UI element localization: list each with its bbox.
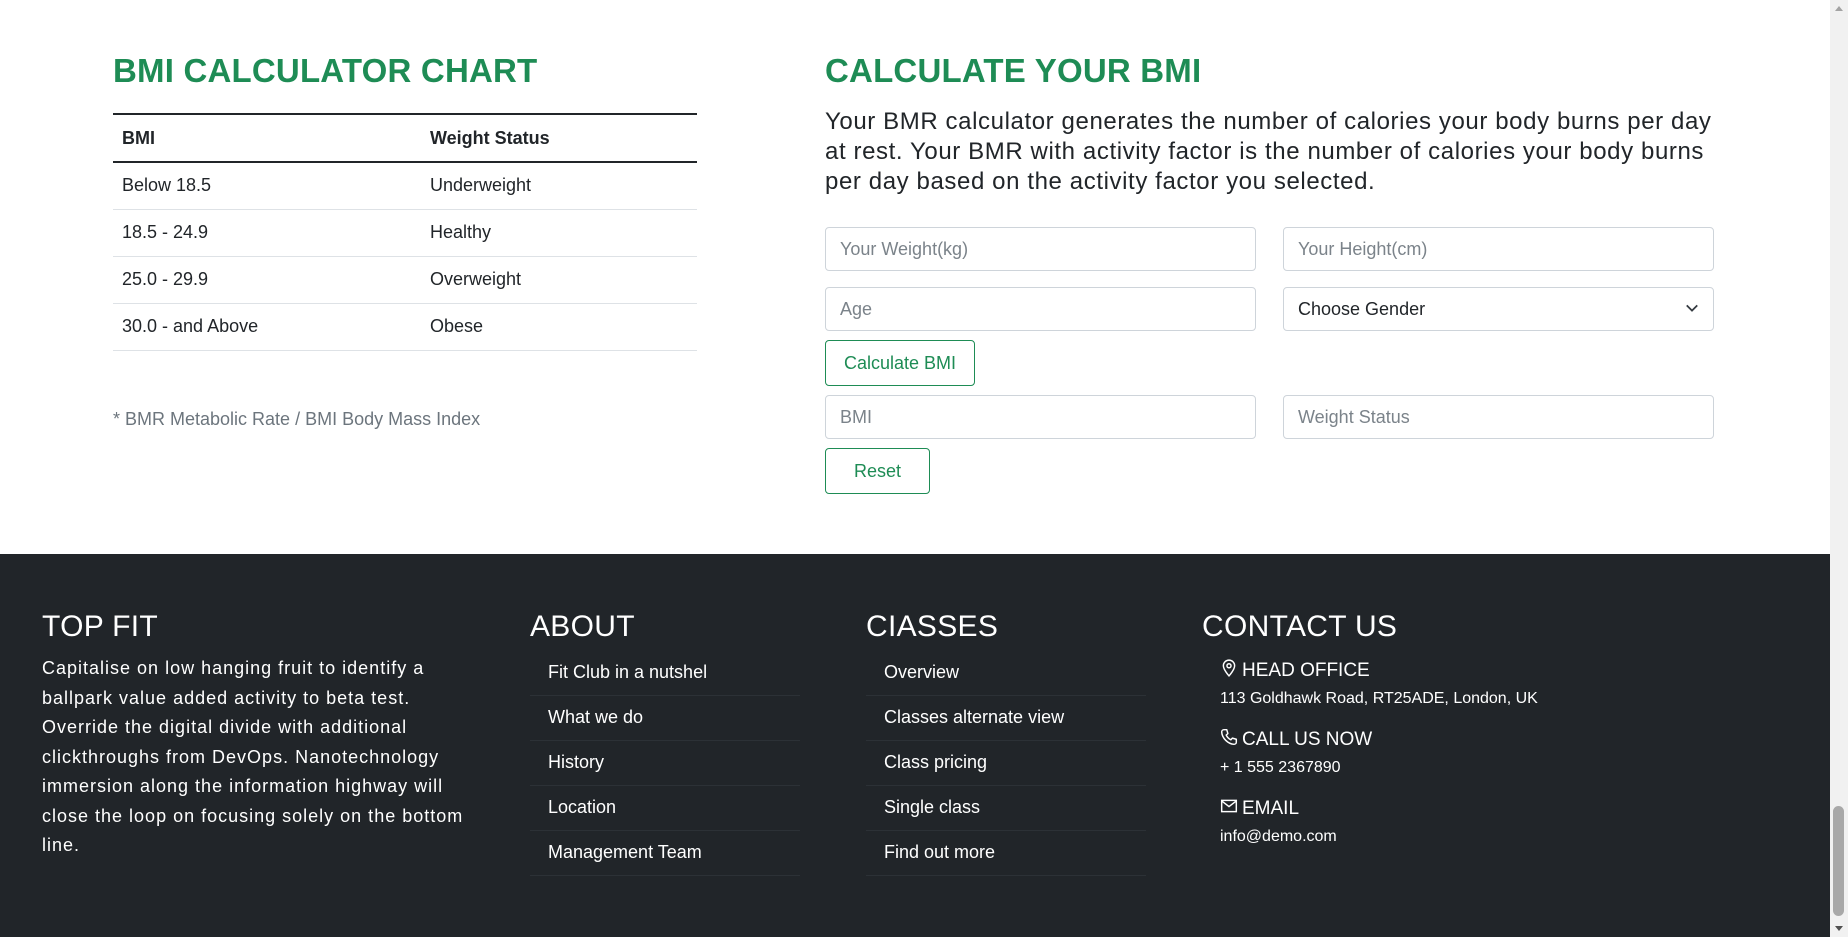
table-row: Below 18.5 Underweight [113,162,697,210]
column-header-bmi: BMI [113,113,421,163]
gender-select-value: Choose Gender [1298,298,1426,319]
calculator-title: CALCULATE YOUR BMI [825,52,1202,89]
footer-contact-title: CONTACT US [1202,610,1398,643]
contact-email-heading: EMAIL [1220,797,1762,821]
contact-office: HEAD OFFICE 113 Goldhawk Road, RT25ADE, … [1202,659,1762,708]
footer-link[interactable]: Overview [866,651,1146,696]
chart-footnote: * BMR Metabolic Rate / BMI Body Mass Ind… [113,409,481,429]
footer-link[interactable]: Single class [866,786,1146,831]
page-scrollbar[interactable] [1830,0,1848,937]
footer-classes: CIASSES Overview Classes alternate view … [866,610,1146,876]
table-row: 25.0 - 29.9 Overweight [113,256,697,304]
footer-link[interactable]: Classes alternate view [866,696,1146,741]
footer-contact: CONTACT US HEAD OFFICE 113 Goldhawk Road… [1202,610,1762,846]
status-cell: Underweight [421,162,697,210]
bmi-cell: Below 18.5 [113,162,421,210]
column-header-weight-status: Weight Status [421,113,697,163]
contact-call-title: CALL US NOW [1242,729,1373,750]
reset-button[interactable]: Reset [825,448,931,494]
table-header-row: BMI Weight Status [113,113,697,163]
status-cell: Healthy [421,209,697,257]
site-footer: TOP FIT Capitalise on low hanging fruit … [0,554,1830,937]
contact-call-heading: CALL US NOW [1220,728,1762,752]
map-pin-icon [1220,659,1238,683]
status-cell: Obese [421,303,697,351]
scroll-down-arrow-icon[interactable] [1830,921,1848,937]
footer-topfit: TOP FIT Capitalise on low hanging fruit … [42,610,482,861]
chart-title: BMI CALCULATOR CHART [113,52,538,89]
scrollbar-thumb[interactable] [1833,806,1844,916]
weight-input[interactable] [825,227,1256,271]
weight-status-field[interactable] [1283,395,1714,439]
envelope-icon [1220,797,1238,821]
footer-link[interactable]: History [530,741,800,786]
contact-office-heading: HEAD OFFICE [1220,659,1762,683]
contact-phone-number[interactable]: + 1 555 2367890 [1220,759,1762,777]
contact-email-title: EMAIL [1242,798,1300,819]
result-row [825,395,1715,439]
bmi-section: BMI CALCULATOR CHART BMI Weight Status B… [0,0,1830,554]
bmi-calculator-column: CALCULATE YOUR BMI Your BMR calculator g… [825,52,1715,494]
contact-email: EMAIL info@demo.com [1202,797,1762,846]
footer-link[interactable]: What we do [530,696,800,741]
table-row: 30.0 - and Above Obese [113,303,697,351]
footer-topfit-title: TOP FIT [42,610,159,643]
footer-link[interactable]: Location [530,786,800,831]
footer-link[interactable]: Class pricing [866,741,1146,786]
bmi-cell: 30.0 - and Above [113,303,421,351]
contact-email-address[interactable]: info@demo.com [1220,828,1762,846]
bmi-cell: 25.0 - 29.9 [113,256,421,304]
footer-link[interactable]: Find out more [866,831,1146,876]
footer-topfit-text: Capitalise on low hanging fruit to ident… [42,658,464,855]
age-gender-row: Choose Gender [825,287,1715,331]
status-cell: Overweight [421,256,697,304]
contact-office-address: 113 Goldhawk Road, RT25ADE, London, UK [1220,690,1538,707]
footer-classes-links: Overview Classes alternate view Class pr… [866,651,1146,876]
contact-office-title: HEAD OFFICE [1242,660,1370,681]
chevron-down-icon [1685,299,1699,320]
bmi-cell: 18.5 - 24.9 [113,209,421,257]
footer-about-title: ABOUT [530,610,635,643]
table-row: 18.5 - 24.9 Healthy [113,209,697,257]
bmi-chart-column: BMI CALCULATOR CHART BMI Weight Status B… [113,52,697,430]
contact-call: CALL US NOW + 1 555 2367890 [1202,728,1762,777]
scroll-up-arrow-icon[interactable] [1830,0,1848,16]
footer-about: ABOUT Fit Club in a nutshel What we do H… [530,610,800,876]
gender-select[interactable]: Choose Gender [1283,287,1714,331]
footer-link[interactable]: Management Team [530,831,800,876]
footer-link[interactable]: Fit Club in a nutshel [530,651,800,696]
footer-classes-title: CIASSES [866,610,999,643]
bmi-result-field[interactable] [825,395,1256,439]
calculate-bmi-button[interactable]: Calculate BMI [825,340,976,386]
bmi-table: BMI Weight Status Below 18.5 Underweight… [113,113,697,351]
footer-about-links: Fit Club in a nutshel What we do History… [530,651,800,876]
age-input[interactable] [825,287,1256,331]
height-input[interactable] [1283,227,1714,271]
calculator-description: Your BMR calculator generates the number… [825,108,1712,195]
weight-height-row [825,227,1715,271]
phone-icon [1220,728,1238,752]
